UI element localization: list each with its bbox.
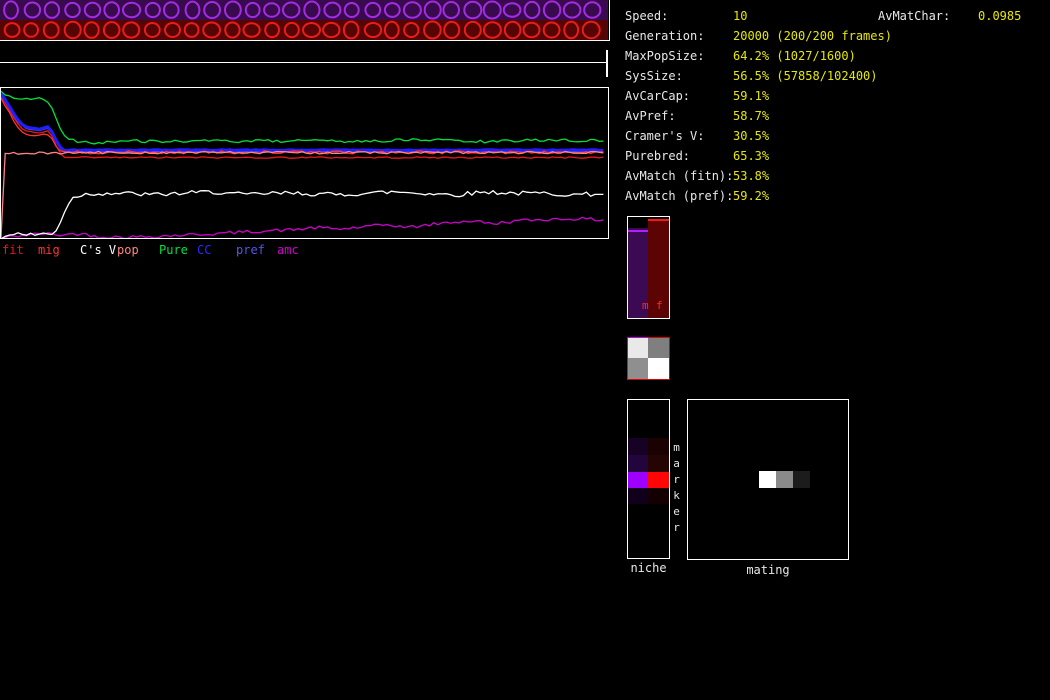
mix-matrix (627, 337, 670, 380)
stat-label: SysSize: (625, 69, 683, 83)
stat-row: SysSize: 56.5% (57858/102400) (625, 66, 892, 86)
mix-matrix-cell (628, 358, 648, 379)
sex-ratio-bar: m f (627, 216, 670, 319)
niche-cell-left (628, 472, 648, 488)
stat-value: 59.2% (733, 189, 770, 203)
mating-panel-label: mating (746, 563, 790, 577)
stat-label: AvMatch (pref): (625, 189, 734, 203)
legend-item-cc: CC (197, 243, 212, 257)
legend-item-pure: Pure (159, 243, 188, 257)
stat-value: 56.5% (57858/102400) (733, 69, 878, 83)
stat-row: Cramer's V: 30.5% (625, 126, 892, 146)
stat-label: Generation: (625, 29, 705, 43)
female-max-line (648, 219, 669, 221)
mix-matrix-cell (648, 358, 669, 379)
male-max-line (628, 230, 648, 232)
niche-cell-left (628, 438, 648, 455)
mix-matrix-bottom-border (627, 379, 670, 380)
stat-value: 20000 (200/200 frames) (733, 29, 892, 43)
stat-value: 65.3% (733, 149, 770, 163)
series-amc (0, 216, 604, 239)
mix-matrix-cells (628, 338, 669, 379)
niche-cell-right (648, 472, 669, 488)
niche-cell-right (648, 488, 669, 504)
mix-matrix-cell (628, 338, 648, 358)
stat-row: Purebred: 65.3% (625, 146, 892, 166)
male-label: m (642, 299, 649, 312)
marker-axis-label: marker (670, 441, 683, 537)
stat-row: AvPref: 58.7% (625, 106, 892, 126)
niche-cell-left (628, 488, 648, 504)
chart-legend: fit mig C's Vpop Pure CC pref amc (0, 243, 609, 257)
panel-divider-tick (606, 50, 608, 77)
niche-cell-right (648, 455, 669, 472)
series-Pure (0, 90, 604, 145)
avmatchar-label: AvMatChar: (878, 9, 951, 23)
stat-value: 53.8% (733, 169, 770, 183)
legend-item-csv: C's V (80, 243, 117, 257)
stat-label: AvPref: (625, 109, 676, 123)
legend-item-pop: pop (117, 243, 139, 257)
niche-panel (627, 399, 670, 559)
series-mig (0, 97, 604, 155)
niche-panel-label: niche (630, 561, 667, 575)
stats-panel: Speed: 10 Generation: 20000 (200/200 frames… (625, 6, 892, 206)
stat-value: 59.1% (733, 89, 770, 103)
stat-value: 58.7% (733, 109, 770, 123)
mix-matrix-right-border (669, 337, 670, 380)
stat-row: AvMatch (pref):59.2% (625, 186, 892, 206)
stat-label: AvMatch (fitn): (625, 169, 734, 183)
mating-cell (759, 471, 776, 488)
stat-row: Generation: 20000 (200/200 frames) (625, 26, 892, 46)
mating-cell (776, 471, 793, 488)
metrics-chart (0, 87, 609, 239)
stat-value: 64.2% (1027/1600) (733, 49, 856, 63)
series-C's V (0, 189, 604, 239)
legend-item-amc: amc (277, 243, 299, 257)
habitat-strip (0, 0, 610, 41)
stat-value: 10 (733, 9, 748, 23)
legend-item-pref: pref (236, 243, 265, 257)
niche-cell-left (628, 455, 648, 472)
avmatchar-value: 0.0985 (978, 9, 1022, 23)
habitat-row-red (0, 20, 608, 40)
stat-row: AvMatch (fitn):53.8% (625, 166, 892, 186)
mix-matrix-cell (648, 338, 669, 358)
habitat-row-purple (0, 0, 608, 20)
stat-label: Cramer's V: (625, 129, 705, 143)
stat-row: AvCarCap: 59.1% (625, 86, 892, 106)
stat-label: Speed: (625, 9, 669, 23)
stat-label: AvCarCap: (625, 89, 691, 103)
female-label: f (656, 299, 663, 312)
panel-divider (0, 62, 608, 63)
simulation-app: fit mig C's Vpop Pure CC pref amc Speed: 10 Gene… (0, 0, 1050, 700)
stat-label: Purebred: (625, 149, 691, 163)
stat-row: MaxPopSize: 64.2% (1027/1600) (625, 46, 892, 66)
stat-row: Speed: 10 (625, 6, 892, 26)
legend-item-mig: mig (38, 243, 60, 257)
stat-label: MaxPopSize: (625, 49, 705, 63)
legend-item-fit: fit (2, 243, 24, 257)
niche-cell-right (648, 438, 669, 455)
mating-panel (687, 399, 849, 560)
stat-value: 30.5% (733, 129, 770, 143)
mating-cell (793, 471, 810, 488)
